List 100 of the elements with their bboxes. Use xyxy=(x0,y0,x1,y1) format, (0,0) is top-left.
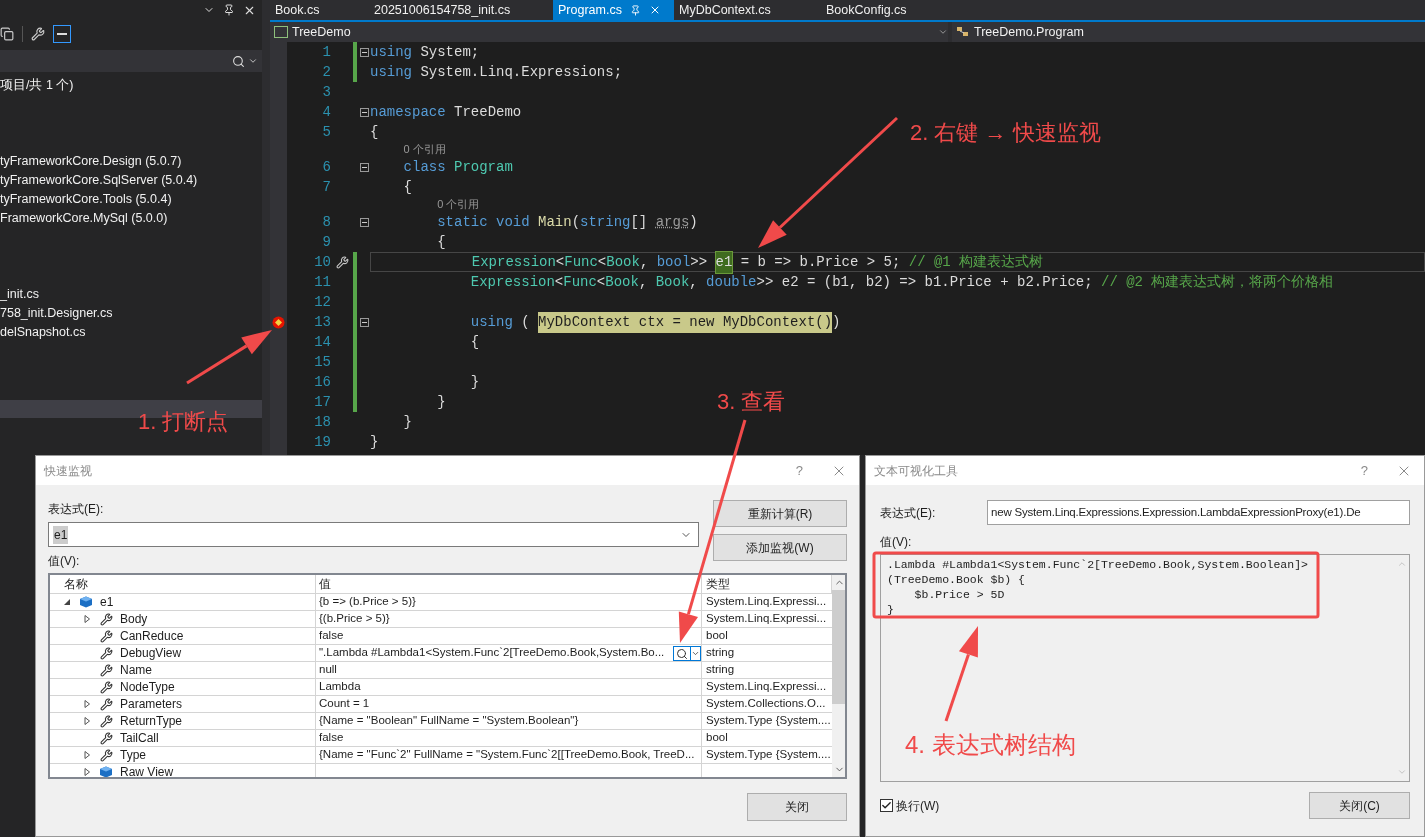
code-token: { xyxy=(370,122,379,142)
project-dropdown[interactable]: TreeDemo xyxy=(270,22,948,42)
watch-value: Count = 1 xyxy=(319,696,370,712)
code-token: [] xyxy=(630,212,649,232)
line-number: 9 xyxy=(322,233,331,250)
help-button[interactable]: ? xyxy=(1360,460,1368,481)
value-text-line: } xyxy=(887,602,895,617)
caret-icon[interactable] xyxy=(248,56,258,66)
wrench-icon xyxy=(99,748,113,762)
dialog-button[interactable]: 重新计算(R) xyxy=(713,500,847,527)
file-tab[interactable]: Book.cs xyxy=(270,0,369,20)
help-button[interactable]: ? xyxy=(795,460,803,481)
code-token: ( xyxy=(571,212,581,232)
tree-item[interactable]: FrameworkCore.MySql (5.0.0) xyxy=(0,209,168,228)
code-token: string xyxy=(580,212,631,232)
pin-icon[interactable] xyxy=(223,4,235,16)
code-token: Program xyxy=(454,157,513,177)
code-token: >> xyxy=(690,252,709,272)
code-token: < xyxy=(596,272,606,292)
line-number: 7 xyxy=(322,178,331,195)
fold-icon[interactable] xyxy=(359,162,369,172)
expression-combobox[interactable]: e1 xyxy=(48,522,699,547)
member-dropdown[interactable]: TreeDemo.Program xyxy=(952,22,1425,42)
tree-item[interactable]: tyFrameworkCore.Design (5.0.7) xyxy=(0,152,182,171)
code-token: { xyxy=(436,232,446,252)
fold-icon[interactable] xyxy=(359,107,369,117)
dialog-button[interactable]: 添加监视(W) xyxy=(713,534,847,561)
line-number: 5 xyxy=(322,123,331,140)
tree-item[interactable]: delSnapshot.cs xyxy=(0,323,86,342)
reference-count[interactable]: 0 个引用 xyxy=(403,141,446,158)
collapsed-arrow-icon[interactable] xyxy=(84,615,91,623)
line-number: 4 xyxy=(322,103,331,120)
reference-count[interactable]: 0 个引用 xyxy=(437,196,480,213)
scrollbar[interactable] xyxy=(832,575,845,777)
search-icon[interactable] xyxy=(232,54,245,68)
code-token: Book xyxy=(606,252,640,272)
watch-type: System.Linq.Expressi... xyxy=(706,679,827,695)
line-number: 1 xyxy=(322,43,331,60)
watch-name: DebugView xyxy=(120,645,182,662)
watch-value: {b => (b.Price > 5)} xyxy=(319,594,416,610)
wrap-label[interactable]: 换行(W) xyxy=(896,796,1309,815)
caret-icon[interactable] xyxy=(938,27,948,37)
breakpoint-icon[interactable] xyxy=(272,315,285,329)
collapsed-arrow-icon[interactable] xyxy=(84,751,91,759)
collapsed-arrow-icon[interactable] xyxy=(84,717,91,725)
wrench-icon xyxy=(99,680,113,694)
code-token: } xyxy=(370,432,379,452)
watch-name: ReturnType xyxy=(120,713,183,730)
expression-label: 表达式(E): xyxy=(48,501,105,518)
watch-value: Lambda xyxy=(319,679,361,695)
code-token: , xyxy=(689,272,699,292)
value-text-line: (TreeDemo.Book $b) { xyxy=(887,572,1027,587)
line-number: 10 xyxy=(314,253,331,270)
collapsed-arrow-icon[interactable] xyxy=(84,700,91,708)
collapse-button[interactable] xyxy=(53,25,71,43)
code-token: TreeDemo xyxy=(453,102,522,122)
tree-item[interactable]: tyFrameworkCore.Tools (5.0.4) xyxy=(0,190,172,209)
tree-item[interactable]: tyFrameworkCore.SqlServer (5.0.4) xyxy=(0,171,198,190)
close-button[interactable]: 关闭(C) xyxy=(1309,792,1410,819)
column-header[interactable]: 值 xyxy=(316,575,702,593)
line-number: 8 xyxy=(322,213,331,230)
search-icon[interactable] xyxy=(674,646,690,660)
wrap-checkbox[interactable] xyxy=(880,799,893,812)
watch-name: NodeType xyxy=(120,679,175,696)
column-header[interactable]: 名称 xyxy=(50,575,316,593)
watch-name: e1 xyxy=(100,594,114,611)
wrench-icon[interactable] xyxy=(31,27,45,41)
fold-icon[interactable] xyxy=(359,217,369,227)
tree-item[interactable]: _init.cs xyxy=(0,285,39,304)
expanded-arrow-icon[interactable] xyxy=(64,598,71,606)
collapsed-arrow-icon[interactable] xyxy=(84,768,91,776)
fold-icon[interactable] xyxy=(359,317,369,327)
value-label: 值(V): xyxy=(47,553,81,570)
file-tab[interactable]: BookConfig.cs xyxy=(821,0,941,20)
expression-field[interactable]: new System.Linq.Expressions.Expression.LambdaExpressionProxy(e1).De xyxy=(987,500,1410,525)
file-tab[interactable]: 20251006154758_init.cs xyxy=(369,0,553,20)
watch-name: Parameters xyxy=(120,696,183,713)
code-token: Func xyxy=(564,252,598,272)
watch-type: bool xyxy=(706,730,728,746)
search-field[interactable] xyxy=(0,50,262,72)
fold-icon[interactable] xyxy=(359,47,369,57)
close-button[interactable]: 关闭 xyxy=(747,793,847,821)
watch-type: System.Collections.O... xyxy=(706,696,826,712)
watch-type: System.Linq.Expressi... xyxy=(706,611,827,627)
code-token: using xyxy=(370,42,412,62)
value-label: 值(V): xyxy=(879,534,913,551)
wrench-icon xyxy=(99,663,113,677)
wrench-icon xyxy=(99,714,113,728)
visualizer-button[interactable] xyxy=(673,645,701,661)
expression-label: 表达式(E): xyxy=(880,504,937,522)
watch-type: bool xyxy=(706,628,728,644)
annotation-label: 1. 打断点 xyxy=(138,408,229,436)
scrollbar-thumb[interactable] xyxy=(832,590,845,704)
file-tab[interactable]: MyDbContext.cs xyxy=(674,0,821,20)
copy-icon[interactable] xyxy=(0,27,14,41)
wrench-icon xyxy=(99,612,113,626)
tree-item[interactable]: 758_init.Designer.cs xyxy=(0,304,113,323)
wrench-icon[interactable] xyxy=(335,255,349,269)
code-token: >> e2 = (b1, b2) => b1.Price + b2.Price; xyxy=(756,272,1094,292)
watch-type: System.Type {System.... xyxy=(706,747,831,763)
